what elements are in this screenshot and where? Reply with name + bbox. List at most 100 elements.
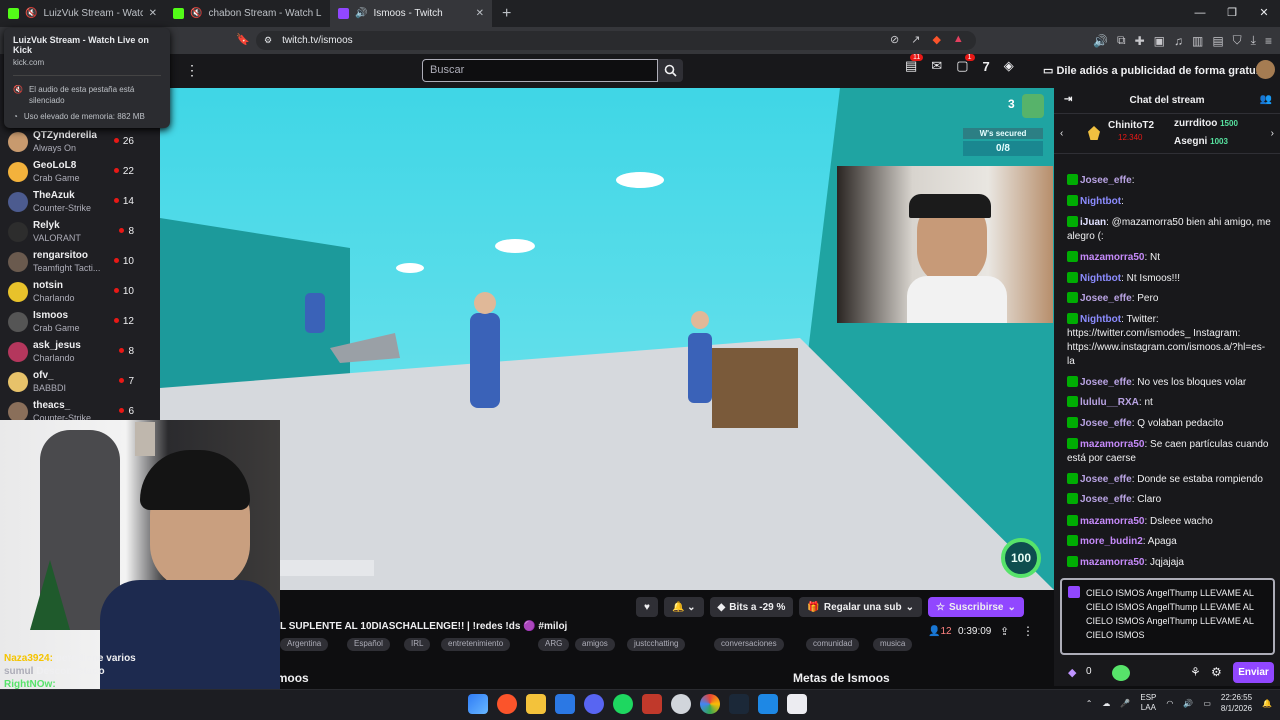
notification-bell-icon[interactable]: 🔔 <box>1262 699 1272 708</box>
more-options-icon[interactable]: ⋮ <box>1022 624 1034 638</box>
tab-luizvuk[interactable]: 🔇 LuizVuk Stream - Watch Live ✕ <box>0 0 165 27</box>
chat-username[interactable]: lululu__RXA <box>1080 397 1139 408</box>
inbox-icon[interactable]: ✉ <box>931 58 942 74</box>
chat-username[interactable]: Nightbot <box>1080 196 1121 207</box>
stream-tag[interactable]: musica <box>873 638 913 651</box>
site-settings-icon[interactable]: ⚙ <box>264 35 272 46</box>
wifi-icon[interactable]: ◠ <box>1166 699 1173 708</box>
spotify-icon[interactable] <box>613 694 633 714</box>
stream-tag[interactable]: ARG <box>538 638 570 651</box>
address-bar[interactable]: ⚙ twitch.tv/ismoos <box>256 31 976 50</box>
chat-username[interactable]: mazamorra50 <box>1080 557 1144 568</box>
download-icon[interactable]: ⤓ <box>1251 33 1256 48</box>
sidebar-channel[interactable]: QTZynderella Always On 26 <box>0 128 160 158</box>
security-icon[interactable] <box>758 694 778 714</box>
mic-icon[interactable]: 🎤 <box>1120 699 1130 708</box>
stream-tag[interactable]: amigos <box>575 638 615 651</box>
no-tracking-icon[interactable]: ⊘ <box>890 33 899 46</box>
chat-input[interactable]: CIELO ISMOS AngelThump LLEVAME AL CIELO … <box>1060 578 1275 655</box>
obs-icon[interactable] <box>671 694 691 714</box>
user-avatar[interactable] <box>1256 60 1275 79</box>
close-tab-icon[interactable]: ✕ <box>476 8 484 19</box>
stream-tag[interactable]: conversaciones <box>714 638 784 651</box>
sidebar-channel[interactable]: GeoLoL8 Crab Game 22 <box>0 158 160 188</box>
stream-tag[interactable]: justcchatting <box>627 638 686 651</box>
chat-username[interactable]: mazamorra50 <box>1080 252 1144 263</box>
brave-rewards-icon[interactable]: ▲ <box>953 33 964 46</box>
claim-bonus-icon[interactable] <box>1112 665 1130 681</box>
bing-icon[interactable] <box>555 694 575 714</box>
stream-tag[interactable]: Argentina <box>280 638 329 651</box>
cloud-icon[interactable]: ☁ <box>1102 699 1110 708</box>
chat-username[interactable]: Josee_effe <box>1080 494 1132 505</box>
minimize-button[interactable]: — <box>1184 0 1216 27</box>
sidebar-channel[interactable]: Ismoos Crab Game 12 <box>0 308 160 338</box>
chat-username[interactable]: Josee_effe <box>1080 377 1132 388</box>
next-icon[interactable]: › <box>1271 128 1274 139</box>
notifications-bell-button[interactable]: 🔔 ⌄ <box>663 597 704 617</box>
channel-points-icon[interactable]: ◆ <box>1068 666 1076 679</box>
chat-username[interactable]: iJuan <box>1080 217 1106 228</box>
brave-icon[interactable] <box>497 694 517 714</box>
sidebar-icon[interactable]: ▥ <box>1192 34 1203 48</box>
subscribe-button[interactable]: ☆ Suscribirse ⌄ <box>928 597 1024 617</box>
clock[interactable]: 22:26:55 8/1/2026 <box>1221 692 1252 714</box>
wallet-icon[interactable]: ▤ <box>1212 34 1223 48</box>
send-button[interactable]: Enviar <box>1233 662 1274 683</box>
chat-username[interactable]: Nightbot <box>1080 314 1121 325</box>
extension-icon[interactable]: ⧉ <box>1117 33 1126 48</box>
volume-icon[interactable]: 🔊 <box>1183 699 1193 708</box>
stream-tag[interactable]: Español <box>347 638 390 651</box>
stream-tag[interactable]: IRL <box>404 638 431 651</box>
share-icon[interactable]: ↗ <box>911 33 920 46</box>
chat-username[interactable]: mazamorra50 <box>1080 516 1144 527</box>
share-icon[interactable]: ⇪ <box>1000 625 1009 638</box>
7tv-icon[interactable]: 7 <box>983 59 990 74</box>
file-explorer-icon[interactable] <box>526 694 546 714</box>
bits-button[interactable]: ◆ Bits a -29 % <box>709 597 794 617</box>
more-icon[interactable]: ⋮ <box>185 62 199 79</box>
calendar-icon[interactable] <box>642 694 662 714</box>
drops-icon[interactable]: ◈ <box>1004 58 1014 74</box>
sidebar-channel[interactable]: ask_jesus Charlando 8 <box>0 338 160 368</box>
sidebar-channel[interactable]: notsin Charlando 10 <box>0 278 160 308</box>
tab-ismoos[interactable]: 🔊 Ismoos - Twitch ✕ <box>330 0 492 27</box>
chat-username[interactable]: Josee_effe <box>1080 175 1132 186</box>
discord-icon[interactable] <box>584 694 604 714</box>
music-icon[interactable]: ♫ <box>1174 34 1183 48</box>
vpn-icon[interactable]: ⛉ <box>1233 33 1242 48</box>
maximize-button[interactable]: ❐ <box>1216 0 1248 27</box>
bookmark-icon[interactable]: 🔖 <box>236 33 250 46</box>
audio-icon[interactable]: 🔊 <box>1093 34 1108 48</box>
menu-icon[interactable]: ≡ <box>1265 34 1272 48</box>
stream-tag[interactable]: comunidad <box>806 638 860 651</box>
chat-settings-icon[interactable]: ⚙ <box>1211 665 1222 679</box>
gift-sub-button[interactable]: 🎁 Regalar una sub ⌄ <box>799 597 923 617</box>
chat-username[interactable]: mazamorra50 <box>1080 439 1144 450</box>
chat-username[interactable]: Josee_effe <box>1080 474 1132 485</box>
chat-username[interactable]: Nightbot <box>1080 273 1121 284</box>
sidebar-channel[interactable]: ofv_ BABBDI 7 <box>0 368 160 398</box>
language-indicator[interactable]: ESP LAA <box>1140 693 1156 713</box>
prev-icon[interactable]: ‹ <box>1060 128 1063 139</box>
close-window-button[interactable]: ✕ <box>1248 0 1280 27</box>
app-icon[interactable] <box>787 694 807 714</box>
steam-icon[interactable] <box>729 694 749 714</box>
close-tab-icon[interactable]: ✕ <box>149 8 157 19</box>
chat-username[interactable]: Josee_effe <box>1080 293 1132 304</box>
turbo-promo[interactable]: ▭ Dile adiós a publicidad de forma gratu… <box>1043 64 1269 77</box>
battery-icon[interactable]: ▭ <box>1203 699 1211 708</box>
start-icon[interactable] <box>468 694 488 714</box>
chat-username[interactable]: Josee_effe <box>1080 418 1132 429</box>
puzzle-icon[interactable]: ✚ <box>1135 34 1145 48</box>
chevron-up-icon[interactable]: ⌃ <box>1086 699 1093 708</box>
collapse-chat-icon[interactable]: ⇥ <box>1064 94 1072 105</box>
notifications-icon[interactable]: ▤ 11 <box>905 54 924 74</box>
community-icon[interactable]: 👥 <box>1260 94 1272 105</box>
sidebar-channel[interactable]: TheAzuk Counter-Strike 14 <box>0 188 160 218</box>
sidebar-channel[interactable]: rengarsitoo Teamfight Tacti... 10 <box>0 248 160 278</box>
search-input[interactable]: Buscar <box>422 59 658 82</box>
video-player[interactable] <box>160 88 1054 590</box>
screenshot-icon[interactable]: ▣ <box>1154 34 1165 48</box>
follow-button[interactable]: ♥ <box>636 597 658 617</box>
